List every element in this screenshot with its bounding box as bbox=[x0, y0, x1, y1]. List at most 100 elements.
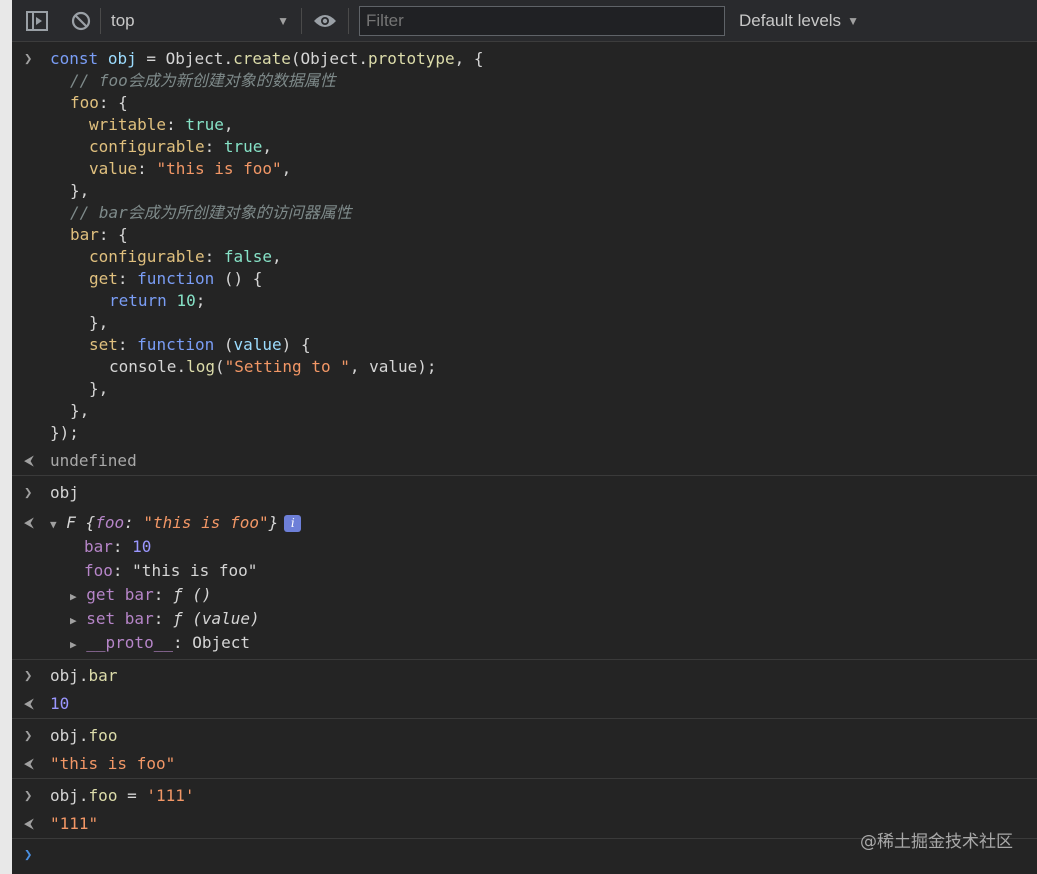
command: obj bbox=[50, 726, 79, 745]
prop-value: Object bbox=[192, 633, 251, 652]
punct: . bbox=[358, 49, 368, 68]
console-entry-code: ❯ const obj = Object.create(Object.protot… bbox=[12, 43, 1037, 476]
input-line: ❯ obj.foo = '111' bbox=[24, 786, 195, 805]
filter-input[interactable] bbox=[359, 5, 725, 36]
code-line: bar: { bbox=[70, 225, 128, 244]
code-line: configurable: true, bbox=[89, 137, 273, 156]
object-property: foo: "this is foo" bbox=[84, 561, 258, 580]
operator: = bbox=[146, 49, 156, 68]
punct: ( bbox=[290, 49, 301, 68]
result-arrow-icon: ⮜ bbox=[24, 515, 34, 531]
clear-console-icon[interactable] bbox=[62, 0, 100, 42]
prop-key: set bar bbox=[86, 609, 154, 628]
input-chevron-icon: ❯ bbox=[24, 668, 33, 684]
code-line: }, bbox=[70, 401, 90, 420]
key: set bbox=[89, 335, 118, 354]
result-arrow-icon: ⮜ bbox=[24, 756, 34, 772]
expand-triangle-icon[interactable]: ▶ bbox=[70, 638, 77, 651]
console-entry-obj-foo: ❯ obj.foo ⮜ "this is foo" bbox=[12, 719, 1037, 779]
expand-triangle-icon[interactable]: ▶ bbox=[70, 614, 77, 627]
punct: , { bbox=[454, 49, 484, 68]
context-label: top bbox=[111, 10, 135, 30]
prop-value: "this is foo" bbox=[132, 561, 258, 580]
expand-triangle-icon[interactable]: ▶ bbox=[70, 590, 77, 603]
command-prop: bar bbox=[88, 666, 118, 685]
toolbar-separator bbox=[348, 7, 349, 34]
prop-value: 10 bbox=[132, 537, 152, 556]
identifier: Object bbox=[300, 49, 359, 68]
identifier: Object bbox=[165, 49, 224, 68]
key: foo bbox=[70, 93, 99, 112]
input-line: ❯ obj bbox=[12, 482, 1037, 504]
live-expression-eye-icon[interactable] bbox=[302, 0, 348, 42]
command: obj bbox=[50, 666, 79, 685]
code-line: set: function (value) { bbox=[89, 335, 311, 354]
code-line: // foo会成为新创建对象的数据属性 bbox=[12, 70, 1037, 92]
key: get bbox=[89, 269, 118, 288]
result-arrow-icon: ⮜ bbox=[24, 453, 34, 469]
console-entry-obj-bar: ❯ obj.bar ⮜ 10 bbox=[12, 660, 1037, 719]
input-chevron-icon: ❯ bbox=[24, 51, 33, 67]
comment: // foo会成为新创建对象的数据属性 bbox=[70, 71, 336, 90]
info-icon[interactable]: i bbox=[284, 515, 302, 532]
result-line: ⮜ undefined bbox=[12, 450, 1037, 472]
console-output: ❯ const obj = Object.create(Object.protot… bbox=[12, 43, 1037, 873]
code-line: console.log("Setting to ", value); bbox=[109, 357, 437, 376]
command-prop: foo bbox=[88, 726, 118, 745]
result-arrow-icon: ⮜ bbox=[24, 816, 34, 832]
command: obj bbox=[50, 786, 79, 805]
class-name: F bbox=[66, 513, 76, 532]
code-line: foo: { bbox=[70, 93, 128, 112]
code-line: return 10; bbox=[109, 291, 206, 310]
prop-value: ƒ (value) bbox=[172, 609, 260, 628]
literal: true bbox=[223, 137, 263, 156]
prop-key: bar bbox=[84, 537, 113, 556]
method: log bbox=[186, 357, 215, 376]
key: bar bbox=[70, 225, 99, 244]
object-property-getter[interactable]: ▶ get bar: ƒ () bbox=[12, 584, 1037, 606]
watermark: @稀土掘金技术社区 bbox=[860, 832, 1013, 852]
prop-value: ƒ () bbox=[172, 585, 212, 604]
result-line: ⮜ "this is foo" bbox=[12, 753, 1037, 775]
code-line: writable: true, bbox=[89, 115, 234, 134]
code-line: configurable: false, bbox=[89, 247, 282, 266]
param: value bbox=[233, 335, 282, 354]
context-selector[interactable]: top ▼ bbox=[101, 11, 301, 31]
string: "this is foo" bbox=[156, 159, 282, 178]
prompt-chevron-icon: ❯ bbox=[24, 847, 33, 863]
command-prop: foo bbox=[88, 786, 118, 805]
key: value bbox=[89, 159, 138, 178]
object-summary[interactable]: ⮜ ▼ F {foo: "this is foo"} i bbox=[12, 512, 1037, 534]
caret-down-icon: ▼ bbox=[277, 13, 289, 28]
log-levels-label: Default levels bbox=[739, 10, 842, 30]
literal: false bbox=[223, 247, 273, 266]
caret-down-icon: ▼ bbox=[847, 13, 859, 28]
punct: . bbox=[223, 49, 234, 68]
property: prototype bbox=[367, 49, 455, 68]
expand-triangle-icon[interactable]: ▼ bbox=[50, 518, 57, 531]
identifier: obj bbox=[107, 49, 137, 68]
code-line: }, bbox=[89, 313, 109, 332]
result-value: 10 bbox=[50, 694, 70, 713]
log-levels-dropdown[interactable]: Default levels ▼ bbox=[739, 11, 859, 31]
console-toolbar: top ▼ Default levels ▼ bbox=[12, 0, 1037, 42]
input-chevron-icon: ❯ bbox=[24, 485, 33, 501]
literal: true bbox=[185, 115, 224, 134]
left-edge bbox=[0, 0, 12, 874]
command: obj bbox=[50, 483, 79, 502]
object-proto[interactable]: ▶ __proto__: Object bbox=[12, 632, 1037, 654]
key: configurable bbox=[89, 247, 205, 266]
show-sidebar-icon[interactable] bbox=[12, 0, 62, 42]
object-property-setter[interactable]: ▶ set bar: ƒ (value) bbox=[12, 608, 1037, 630]
code-line: }, bbox=[70, 181, 90, 200]
keyword: return bbox=[109, 291, 167, 310]
object-property: bar: 10 bbox=[84, 537, 152, 556]
number: 10 bbox=[176, 291, 196, 310]
prop-key: get bar bbox=[86, 585, 154, 604]
keyword: function bbox=[137, 269, 215, 288]
result-value: "111" bbox=[50, 814, 99, 833]
result-value: "this is foo" bbox=[50, 754, 176, 773]
result-line: ⮜ 10 bbox=[12, 693, 1037, 715]
result-arrow-icon: ⮜ bbox=[24, 696, 34, 712]
